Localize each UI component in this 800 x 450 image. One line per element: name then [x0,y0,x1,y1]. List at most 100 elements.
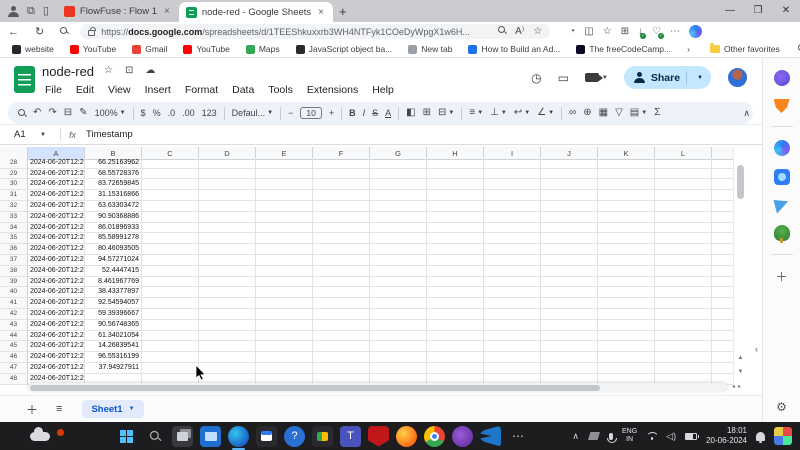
comments-icon[interactable]: ▭ [558,71,569,85]
cell-J40[interactable] [541,287,598,298]
bookmark-item[interactable]: YouTube [64,44,122,54]
cell-I36[interactable] [484,244,541,255]
print-icon[interactable]: ⊟ [64,108,72,118]
zoom-page-icon[interactable] [498,26,506,37]
row-header-31[interactable]: 31 [0,190,28,201]
cell-K46[interactable] [598,352,655,363]
google-meet-icon[interactable] [312,426,333,447]
cell-I40[interactable] [484,287,541,298]
cell-F41[interactable] [313,298,370,309]
cell-I43[interactable] [484,320,541,331]
split-screen-icon[interactable]: ◫ [584,26,593,37]
cell-C43[interactable] [142,320,199,331]
cell-G36[interactable] [370,244,427,255]
cell-K43[interactable] [598,320,655,331]
cell-F42[interactable] [313,309,370,320]
refresh-button[interactable]: ↻ [27,25,52,38]
dropdown-caret-icon[interactable]: ▼ [120,110,126,116]
cell-G29[interactable] [370,169,427,180]
cell-L45[interactable] [655,341,712,352]
cell-I29[interactable] [484,169,541,180]
address-bar[interactable]: https://docs.google.com/spreadsheets/d/1… [80,24,550,39]
cell-C34[interactable] [142,223,199,234]
cell-L35[interactable] [655,233,712,244]
format-percent-icon[interactable]: % [153,109,161,118]
cell-K38[interactable] [598,266,655,277]
cell-L38[interactable] [655,266,712,277]
taskbar-search-icon[interactable] [144,426,165,447]
cell-C31[interactable] [142,190,199,201]
cell-K36[interactable] [598,244,655,255]
cell-C28[interactable] [142,158,199,169]
cell-G40[interactable] [370,287,427,298]
teams-icon[interactable]: T [340,426,361,447]
cell-H40[interactable] [427,287,484,298]
cell-H42[interactable] [427,309,484,320]
cell-E45[interactable] [256,341,313,352]
cell-H28[interactable] [427,158,484,169]
cell-B31[interactable]: 31.15316866 [85,190,142,201]
cell-G39[interactable] [370,277,427,288]
extension-icon[interactable]: ◔ [569,26,575,37]
cell-L29[interactable] [655,169,712,180]
cell-L36[interactable] [655,244,712,255]
vertical-scrollbar[interactable]: ▲ ▼ [733,147,746,386]
firefox-icon[interactable] [396,426,417,447]
cell-I47[interactable] [484,363,541,374]
cell-G44[interactable] [370,331,427,342]
cell-I31[interactable] [484,190,541,201]
cell-J29[interactable] [541,169,598,180]
dropdown-caret-icon[interactable]: ▼ [501,110,507,116]
bookmarks-overflow-button[interactable]: › [681,44,696,54]
app-icon-purple[interactable] [452,426,473,447]
cell-E37[interactable] [256,255,313,266]
cell-H34[interactable] [427,223,484,234]
zoom-icon[interactable]: 100%▼ [95,109,126,118]
menu-data[interactable]: Data [225,82,261,98]
cell-F37[interactable] [313,255,370,266]
cell-B40[interactable]: 38.43377897 [85,287,142,298]
cell-I46[interactable] [484,352,541,363]
cell-A32[interactable]: 2024-06-20T12:2 [28,201,85,212]
row-header-39[interactable]: 39 [0,277,28,288]
pinned-app-icon[interactable] [774,70,790,86]
bookmark-item[interactable]: JavaScript object ba... [290,44,399,54]
cell-A34[interactable]: 2024-06-20T12:2 [28,223,85,234]
row-header-34[interactable]: 34 [0,223,28,234]
more-formats-icon[interactable]: 123 [202,109,217,118]
row-header-32[interactable]: 32 [0,201,28,212]
cell-J43[interactable] [541,320,598,331]
cell-H29[interactable] [427,169,484,180]
cell-L41[interactable] [655,298,712,309]
dropdown-caret-icon[interactable]: ▼ [267,110,273,116]
cell-B34[interactable]: 86.01896933 [85,223,142,234]
start-button[interactable] [116,426,137,447]
cell-I37[interactable] [484,255,541,266]
cell-D29[interactable] [199,169,256,180]
cell-J41[interactable] [541,298,598,309]
cell-L28[interactable] [655,158,712,169]
cell-C46[interactable] [142,352,199,363]
sheets-logo-icon[interactable] [14,66,35,93]
cell-E32[interactable] [256,201,313,212]
add-sheet-button[interactable]: ＋ [26,401,38,418]
tab-close-icon[interactable]: × [316,7,326,18]
cell-J33[interactable] [541,212,598,223]
cell-L40[interactable] [655,287,712,298]
format-currency-icon[interactable]: $ [141,109,146,118]
edge-app-icon[interactable] [228,426,249,447]
cell-J45[interactable] [541,341,598,352]
menu-view[interactable]: View [101,82,138,98]
cell-E40[interactable] [256,287,313,298]
cell-F31[interactable] [313,190,370,201]
row-header-28[interactable]: 28 [0,158,28,169]
cell-B28[interactable]: 66.25163962 [85,158,142,169]
cell-H47[interactable] [427,363,484,374]
photos-app-icon[interactable] [200,426,221,447]
cell-D34[interactable] [199,223,256,234]
table-views-icon[interactable]: ▤▼ [630,108,647,118]
cell-G46[interactable] [370,352,427,363]
cell-L34[interactable] [655,223,712,234]
cell-B43[interactable]: 90.56748365 [85,320,142,331]
text-color-icon[interactable]: A [385,109,391,118]
